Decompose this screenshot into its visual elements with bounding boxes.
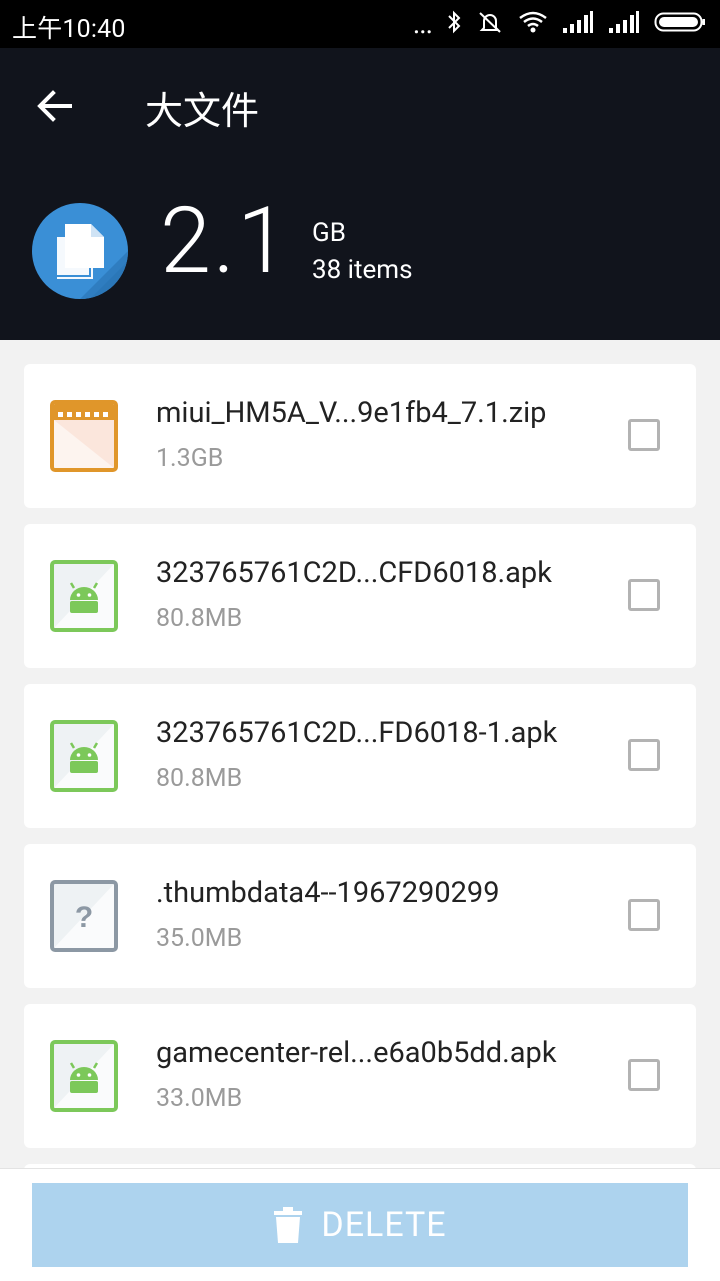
file-name: 323765761C2D...CFD6018.apk — [156, 556, 552, 590]
status-time: 上午10:40 — [12, 15, 126, 44]
file-row[interactable]: miui_HM5A_V...9e1fb4_7.1.zip 1.3GB — [24, 364, 696, 508]
svg-text:?: ? — [75, 901, 93, 934]
select-checkbox[interactable] — [628, 899, 660, 931]
arrow-left-icon — [37, 90, 72, 122]
battery-icon — [654, 10, 706, 38]
delete-button[interactable]: DELETE — [32, 1183, 688, 1267]
status-icons: ... — [413, 10, 706, 38]
file-list: miui_HM5A_V...9e1fb4_7.1.zip 1.3GB 32376… — [24, 364, 696, 1220]
file-size: 80.8MB — [156, 604, 243, 633]
file-row[interactable]: ? .thumbdata4--1967290299 35.0MB — [24, 844, 696, 988]
file-name: .thumbdata4--1967290299 — [156, 876, 500, 910]
delete-label: DELETE — [321, 1205, 447, 1245]
select-checkbox[interactable] — [628, 419, 660, 451]
file-name: miui_HM5A_V...9e1fb4_7.1.zip — [156, 396, 547, 430]
file-name: gamecenter-rel...e6a0b5dd.apk — [156, 1036, 557, 1070]
apk-file-icon — [50, 720, 118, 792]
file-size: 35.0MB — [156, 924, 243, 953]
file-row[interactable]: 323765761C2D...CFD6018.apk 80.8MB — [24, 524, 696, 668]
trash-icon — [274, 1207, 303, 1243]
wifi-icon — [518, 10, 548, 38]
file-name: 323765761C2D...FD6018-1.apk — [156, 716, 558, 750]
unknown-file-icon: ? — [50, 880, 118, 952]
select-checkbox[interactable] — [628, 579, 660, 611]
file-size: 1.3GB — [156, 444, 224, 473]
zip-file-icon — [50, 400, 118, 472]
bluetooth-icon — [446, 10, 462, 38]
signal-icon — [562, 10, 594, 38]
vibrate-off-icon — [476, 10, 504, 38]
total-size-unit: GB — [312, 218, 346, 248]
back-button[interactable] — [26, 86, 82, 126]
file-row[interactable]: 323765761C2D...FD6018-1.apk 80.8MB — [24, 684, 696, 828]
page-title: 大文件 — [145, 90, 260, 134]
status-bar: 上午10:40 ... — [0, 0, 720, 48]
app-header: 大文件 2.1 GB 38 items — [0, 48, 720, 340]
signal-icon — [608, 10, 640, 38]
bottom-action-bar: DELETE — [0, 1168, 720, 1281]
file-size: 80.8MB — [156, 764, 243, 793]
files-icon — [32, 203, 128, 299]
apk-file-icon — [50, 1040, 118, 1112]
apk-file-icon — [50, 560, 118, 632]
file-row[interactable]: gamecenter-rel...e6a0b5dd.apk 33.0MB — [24, 1004, 696, 1148]
more-dots-icon: ... — [412, 7, 433, 40]
file-size: 33.0MB — [156, 1084, 243, 1113]
item-count: 38 items — [312, 255, 413, 285]
total-size-value: 2.1 — [160, 188, 291, 295]
select-checkbox[interactable] — [628, 739, 660, 771]
select-checkbox[interactable] — [628, 1059, 660, 1091]
